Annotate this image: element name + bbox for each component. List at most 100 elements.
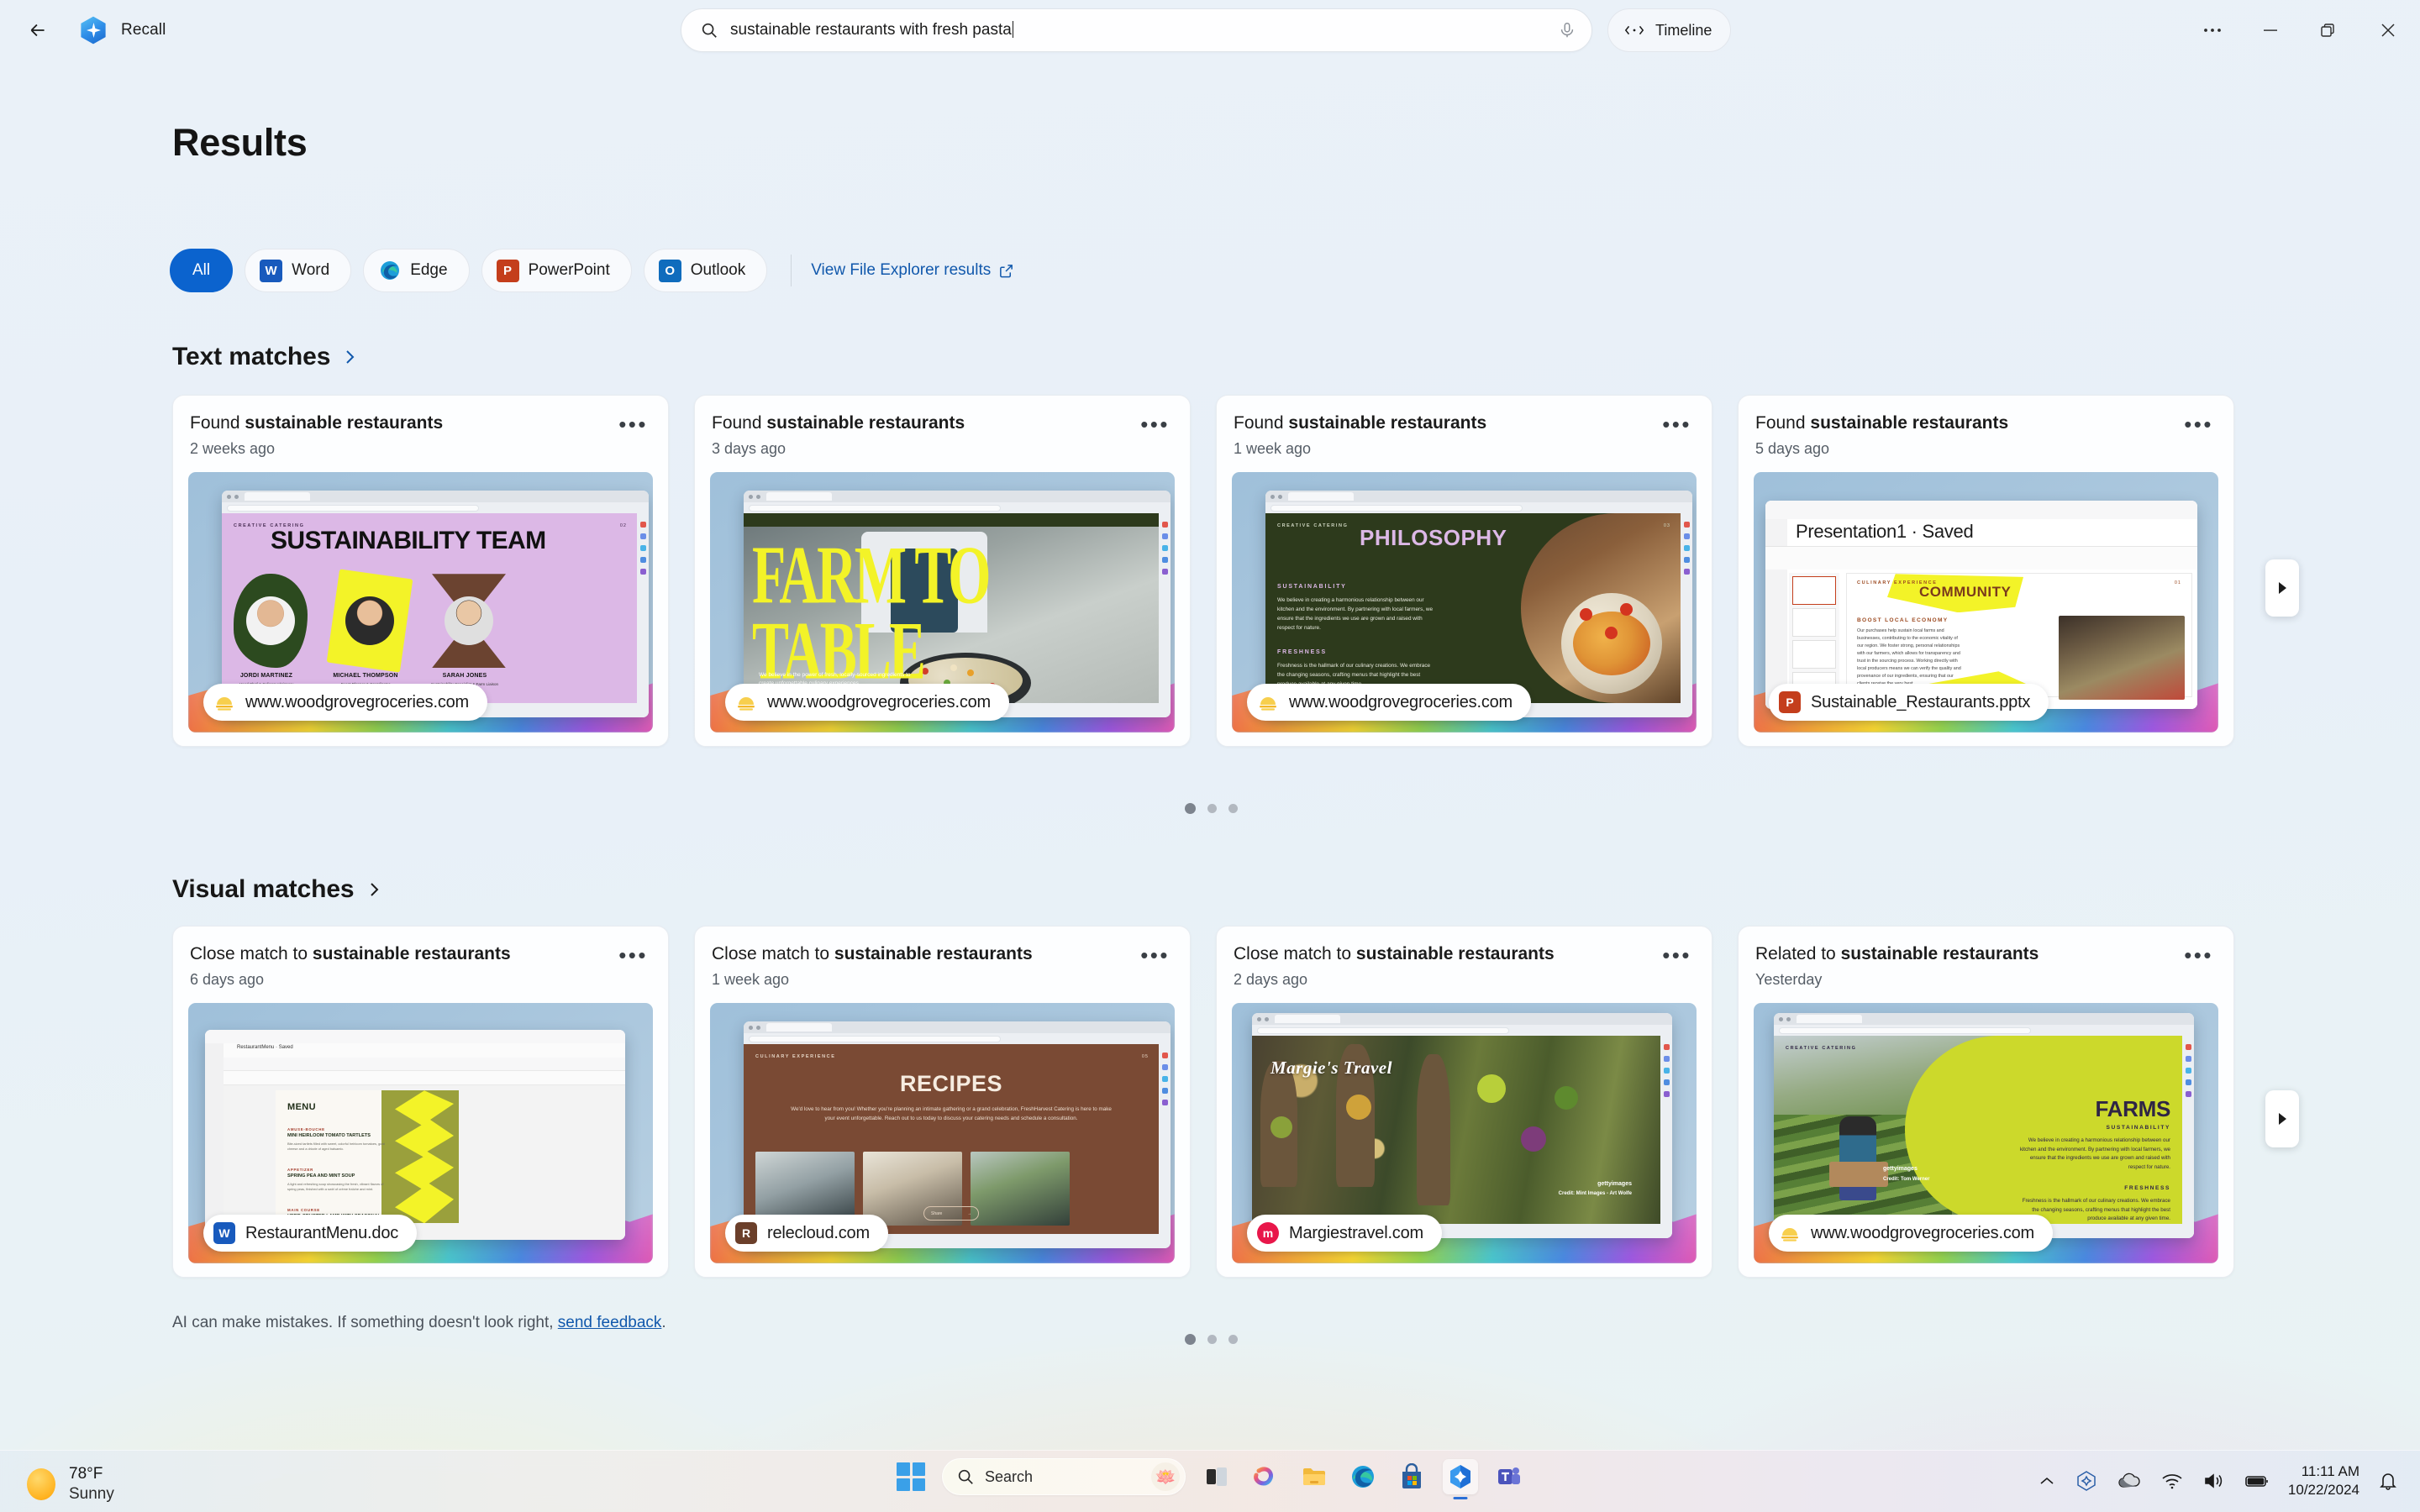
section-header-visual-matches[interactable]: Visual matches [172,875,381,904]
show-hidden-icons-chevron-up-icon[interactable] [2038,1475,2056,1487]
teams-button[interactable] [1491,1459,1527,1494]
carousel-next-button-text-matches[interactable] [2265,559,2299,617]
card-more-button[interactable]: ••• [2181,943,2217,967]
result-card[interactable]: Found sustainable restaurants 2 weeks ag… [172,395,669,748]
margies-icon: m [1257,1222,1279,1245]
mic-icon[interactable] [1558,20,1576,40]
woodgrove-icon [735,691,757,713]
start-button[interactable] [893,1459,929,1494]
card-title-prefix: Found [1755,413,1811,433]
source-pill[interactable]: R relecloud.com [725,1215,888,1252]
card-thumbnail[interactable]: Presentation1 · Saved CULINARY EXPERIENC… [1754,472,2218,733]
search-input[interactable]: sustainable restaurants with fresh pasta [681,8,1592,52]
weather-temperature: 78°F [69,1465,103,1483]
filter-chip-all[interactable]: All [170,249,234,292]
carousel-dots-visual-matches[interactable] [1185,1334,1238,1345]
source-pill[interactable]: www.woodgrovegroceries.com [1769,1215,2054,1252]
card-more-button[interactable]: ••• [615,412,651,436]
card-more-button[interactable]: ••• [1659,412,1695,436]
close-button[interactable] [2356,8,2420,52]
source-pill[interactable]: m Margiestravel.com [1247,1215,1442,1252]
source-pill[interactable]: W RestaurantMenu.doc [203,1215,418,1252]
source-pill[interactable]: www.woodgrovegroceries.com [1247,684,1532,722]
card-thumbnail[interactable]: CREATIVE CATERING 02 SUSTAINABILITY TEAM… [188,472,653,733]
card-timestamp: 3 days ago [712,440,786,458]
page-title: Results [172,121,308,164]
system-tray: 11:11 AM 10/22/2024 [2038,1462,2398,1499]
result-card[interactable]: Found sustainable restaurants 1 week ago… [1216,395,1712,748]
result-card[interactable]: Close match to sustainable restaurants 1… [694,926,1191,1278]
result-card[interactable]: Found sustainable restaurants 5 days ago… [1738,395,2234,748]
result-card[interactable]: Close match to sustainable restaurants 2… [1216,926,1712,1278]
source-label: RestaurantMenu.doc [245,1223,399,1242]
minimize-button[interactable] [2242,8,2299,52]
card-more-button[interactable]: ••• [1659,943,1695,967]
source-pill[interactable]: www.woodgrovegroceries.com [725,684,1010,722]
slide-subheading: SUSTAINABILITY [1277,584,1347,591]
result-card[interactable]: Related to sustainable restaurants Yeste… [1738,926,2234,1278]
card-thumbnail[interactable]: RestaurantMenu · Saved MENU AMUSE-BOUCHE… [188,1003,653,1264]
edge-button[interactable] [1345,1459,1381,1494]
battery-icon[interactable] [2244,1473,2270,1488]
more-options-button[interactable] [2185,8,2242,52]
filter-chip-word[interactable]: W Word [245,249,352,292]
card-title: Close match to sustainable restaurants [712,943,1033,965]
card-thumbnail[interactable]: FARM TO TABLE We believe in the power of… [710,472,1175,733]
filter-chip-powerpoint[interactable]: P PowerPoint [481,249,632,292]
slide-kicker: CREATIVE CATERING [1277,523,1349,529]
card-thumbnail[interactable]: CREATIVE CATERING 03 PHILOSOPHY SUSTAINA… [1232,472,1697,733]
timeline-button[interactable]: Timeline [1607,8,1732,52]
card-title-query: sustainable restaurants [245,413,444,433]
taskbar-search-label: Search [985,1467,1034,1485]
maximize-button[interactable] [2299,8,2356,52]
taskbar-search-box[interactable]: Search 🪷 [942,1458,1186,1495]
view-file-explorer-results-link[interactable]: View File Explorer results [811,261,1014,280]
filter-chip-outlook[interactable]: O Outlook [643,249,768,292]
source-label: Sustainable_Restaurants.pptx [1811,692,2031,711]
card-more-button[interactable]: ••• [615,943,651,967]
notifications-bell-icon[interactable] [2378,1470,2398,1492]
title-bar: Recall sustainable restaurants with fres… [0,0,2420,60]
woodgrove-icon [1257,691,1279,713]
source-label: relecloud.com [767,1223,870,1242]
source-pill[interactable]: P Sustainable_Restaurants.pptx [1769,684,2049,722]
wifi-icon[interactable] [2160,1472,2184,1490]
filter-chip-edge[interactable]: Edge [363,249,470,292]
menu-kicker: APPETIZER [287,1168,313,1173]
back-button[interactable] [13,6,62,55]
section-label-text-matches: Text matches [172,343,331,370]
slide-paragraph: We believe in creating a harmonious rela… [1277,597,1434,632]
onedrive-cloud-icon[interactable] [2117,1472,2142,1490]
result-card[interactable]: Found sustainable restaurants 3 days ago… [694,395,1191,748]
taskbar-clock[interactable]: 11:11 AM 10/22/2024 [2288,1462,2360,1499]
slide-heading: SUSTAINABILITY TEAM [271,527,546,555]
menu-item-body: Bite-sized tartlets filled with sweet, c… [287,1142,385,1152]
card-thumbnail[interactable]: CULINARY EXPERIENCE 05 RECIPES We'd love… [710,1003,1175,1264]
card-more-button[interactable]: ••• [1137,943,1173,967]
card-more-button[interactable]: ••• [2181,412,2217,436]
result-card[interactable]: Close match to sustainable restaurants 6… [172,926,669,1278]
slide-pageno: 03 [1663,523,1670,529]
lotus-icon[interactable]: 🪷 [1151,1462,1180,1491]
card-thumbnail[interactable]: Margie's Travel gettyimages Credit: Mint… [1232,1003,1697,1264]
card-thumbnail[interactable]: CREATIVE CATERING FARMS SUSTAINABILITY W… [1754,1003,2218,1264]
volume-icon[interactable] [2202,1472,2226,1490]
folder-icon [1303,1468,1325,1485]
copilot-button[interactable] [1248,1459,1283,1494]
browser-window-mock: Margie's Travel gettyimages Credit: Mint… [1252,1013,1672,1239]
taskbar-weather-widget[interactable]: 78°F Sunny [17,1459,124,1509]
card-title-prefix: Close match to [190,944,313,963]
source-label: www.woodgrovegroceries.com [767,692,992,711]
send-feedback-link[interactable]: send feedback [558,1314,662,1331]
recall-tray-icon[interactable] [2075,1469,2098,1493]
document-title: RestaurantMenu · Saved [237,1045,293,1051]
file-explorer-button[interactable] [1297,1459,1332,1494]
card-more-button[interactable]: ••• [1137,412,1173,436]
recall-button[interactable] [1443,1459,1478,1494]
source-pill[interactable]: www.woodgrovegroceries.com [203,684,488,722]
section-header-text-matches[interactable]: Text matches [172,343,357,371]
task-view-button[interactable] [1199,1459,1234,1494]
carousel-dots-text-matches[interactable] [1185,803,1238,814]
microsoft-store-button[interactable] [1394,1459,1429,1494]
carousel-next-button-visual-matches[interactable] [2265,1090,2299,1147]
